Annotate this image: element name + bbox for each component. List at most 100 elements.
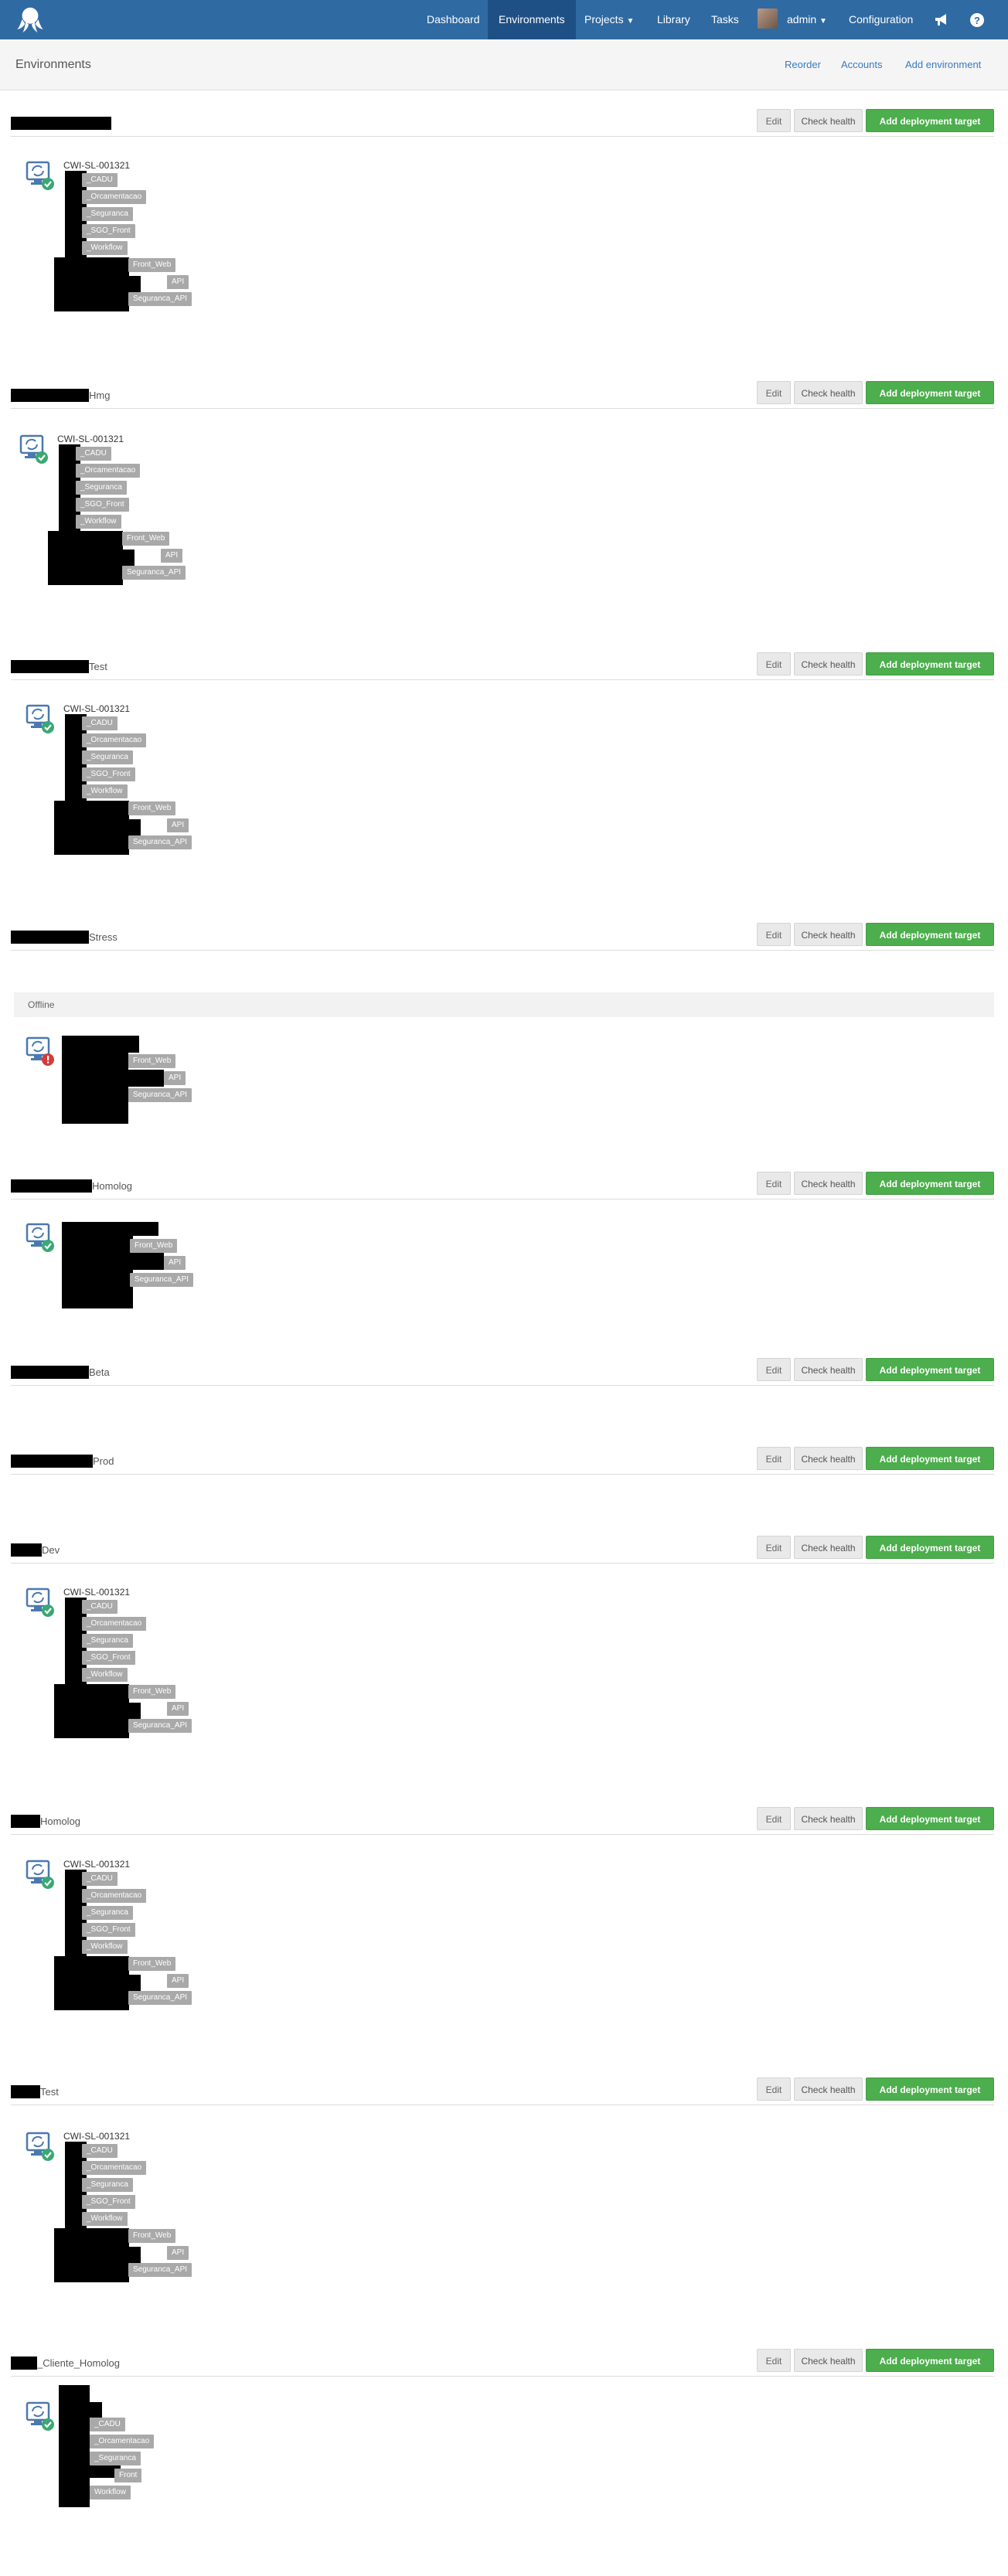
machine-healthy-icon[interactable] [25,2401,56,2431]
add-deployment-target-button[interactable]: Add deployment target [866,652,994,675]
add-deployment-target-button[interactable]: Add deployment target [866,1358,994,1381]
redacted-block [11,1815,40,1828]
role-tag: Front_Web [128,801,176,815]
check-health-button[interactable]: Check health [794,1447,863,1470]
machine-healthy-icon[interactable] [25,703,56,734]
role-tag: _Orcamentacao [82,2161,147,2175]
edit-button[interactable]: Edit [757,381,791,404]
edit-button[interactable]: Edit [757,2077,791,2101]
add-environment-link[interactable]: Add environment [905,59,981,70]
machine-name[interactable]: CWI-SL-001321 [63,703,130,714]
machine-error-icon[interactable] [25,1036,56,1067]
machine-healthy-icon[interactable] [25,1587,56,1618]
environment-name[interactable]: Hmg [11,389,110,402]
add-deployment-target-button[interactable]: Add deployment target [866,1807,994,1830]
machine-card[interactable]: Front_Web API Seguranca_API [25,1222,226,1376]
machine-healthy-icon[interactable] [25,160,56,191]
redacted-block [11,389,89,402]
machine-healthy-icon[interactable] [25,1222,56,1253]
environment-name[interactable]: Stress [11,931,117,944]
edit-button[interactable]: Edit [757,652,791,675]
nav-environments[interactable]: Environments [488,0,576,39]
add-deployment-target-button[interactable]: Add deployment target [866,381,994,404]
machine-card[interactable]: _CADU _Orcamentacao _Seguranca Front Workflo… [25,2385,226,2555]
machine-name[interactable]: CWI-SL-001321 [63,1587,130,1598]
reorder-link[interactable]: Reorder [785,59,821,70]
environment-name[interactable]: Homolog [11,1815,80,1828]
machine-name[interactable]: CWI-SL-001321 [63,160,130,171]
redacted-block [102,1703,141,1720]
nav-dashboard[interactable]: Dashboard [416,0,491,39]
check-health-button[interactable]: Check health [794,381,863,404]
add-deployment-target-button[interactable]: Add deployment target [866,2349,994,2372]
check-health-button[interactable]: Check health [794,1358,863,1381]
check-health-button[interactable]: Check health [794,2349,863,2372]
machine-name[interactable]: CWI-SL-001321 [63,1859,130,1870]
edit-button[interactable]: Edit [757,923,791,946]
environment-name[interactable]: Prod [11,1455,114,1468]
add-deployment-target-button[interactable]: Add deployment target [866,923,994,946]
machine-card[interactable]: CWI-SL-001321 _CADU _Orcamentacao _Seguranc… [25,703,226,858]
redacted-block [62,1053,128,1124]
environment-name[interactable]: _Cliente_Homolog [11,2357,120,2370]
environment-name[interactable]: Dev [11,1543,60,1557]
chevron-down-icon: ▼ [626,17,635,26]
accounts-link[interactable]: Accounts [841,59,882,70]
role-tag: Seguranca_API [128,1719,192,1733]
add-deployment-target-button[interactable]: Add deployment target [866,2077,994,2101]
machine-healthy-icon[interactable] [25,1859,56,1890]
edit-button[interactable]: Edit [757,1358,791,1381]
redacted-block [62,1222,158,1236]
edit-button[interactable]: Edit [757,1536,791,1559]
add-deployment-target-button[interactable]: Add deployment target [866,109,994,132]
role-tag: Seguranca_API [128,1088,192,1102]
help-icon[interactable]: ? [963,0,991,39]
nav-projects[interactable]: Projects ▼ [574,0,645,39]
environment-header: Test Edit Check health Add deployment ta… [11,2077,994,2105]
add-deployment-target-button[interactable]: Add deployment target [866,1536,994,1559]
redacted-block [102,1975,141,1992]
check-health-button[interactable]: Check health [794,1172,863,1195]
machine-healthy-icon[interactable] [19,434,49,464]
check-health-button[interactable]: Check health [794,1536,863,1559]
role-tag: API [161,549,183,563]
machine-card[interactable]: CWI-SL-001321 _CADU _Orcamentacao _Seguranc… [25,160,226,315]
machine-name[interactable]: CWI-SL-001321 [63,2131,130,2142]
redacted-block [11,2357,37,2370]
octopus-logo-icon[interactable] [15,5,45,34]
role-tag: Workflow [90,2486,131,2499]
check-health-button[interactable]: Check health [794,1807,863,1830]
machine-name[interactable]: CWI-SL-001321 [57,434,124,444]
add-deployment-target-button[interactable]: Add deployment target [866,1447,994,1470]
machine-card[interactable]: CWI-SL-001321 _CADU _Orcamentacao _Seguranc… [25,1587,226,1741]
edit-button[interactable]: Edit [757,1172,791,1195]
machine-card[interactable]: CWI-SL-001321 _CADU _Orcamentacao _Seguranc… [25,2131,226,2285]
nav-configuration[interactable]: Configuration [838,0,924,39]
edit-button[interactable]: Edit [757,2349,791,2372]
edit-button[interactable]: Edit [757,109,791,132]
machine-card[interactable]: Front_Web API Seguranca_API [25,1036,226,1190]
machine-healthy-icon[interactable] [25,2131,56,2162]
nav-user-menu[interactable]: admin ▼ [776,0,838,39]
redacted-block [102,276,141,293]
edit-button[interactable]: Edit [757,1807,791,1830]
machine-card[interactable]: CWI-SL-001321 _CADU _Orcamentacao _Seguranc… [25,1859,226,2013]
check-health-button[interactable]: Check health [794,923,863,946]
check-health-button[interactable]: Check health [794,109,863,132]
offline-label: Offline [28,999,55,1010]
nav-library[interactable]: Library [646,0,701,39]
environment-name[interactable] [11,117,111,130]
edit-button[interactable]: Edit [757,1447,791,1470]
check-health-button[interactable]: Check health [794,652,863,675]
environment-name[interactable]: Test [11,2085,59,2098]
role-tag: _Workflow [82,1668,128,1682]
add-deployment-target-button[interactable]: Add deployment target [866,1172,994,1195]
megaphone-icon[interactable] [928,0,955,39]
nav-tasks[interactable]: Tasks [700,0,750,39]
check-health-button[interactable]: Check health [794,2077,863,2101]
avatar[interactable] [758,9,778,29]
redacted-block [102,1253,164,1270]
environment-name[interactable]: Test [11,660,107,673]
environment-header: Prod Edit Check health Add deployment ta… [11,1447,994,1475]
machine-card[interactable]: CWI-SL-001321 _CADU _Orcamentacao _Seguranc… [19,434,220,588]
